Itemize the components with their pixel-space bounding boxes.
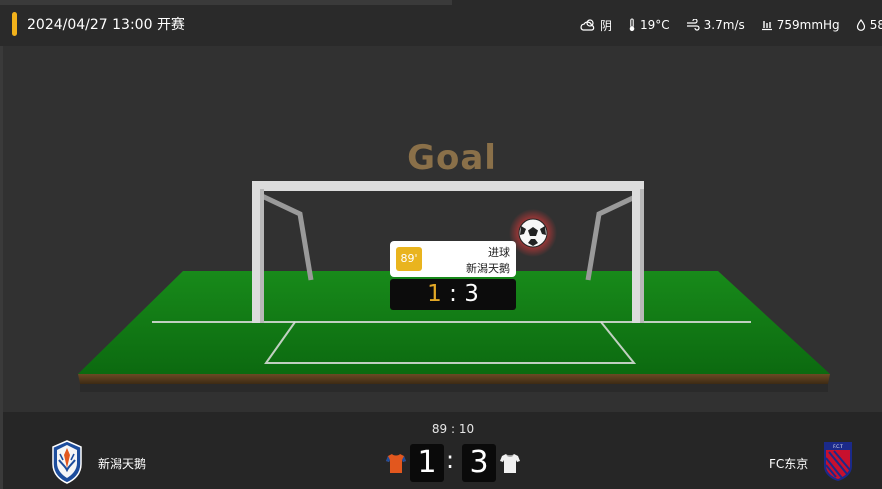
svg-text:F.C.T: F.C.T bbox=[833, 444, 843, 449]
away-team-name[interactable]: FC东京 bbox=[769, 455, 808, 472]
bar-edge bbox=[0, 412, 3, 489]
pitch-dirt-edge bbox=[78, 374, 830, 384]
thermometer-icon bbox=[629, 18, 635, 32]
wind-text: 3.7m/s bbox=[703, 18, 745, 32]
away-kit-icon bbox=[500, 454, 520, 473]
weather-wind: 3.7m/s bbox=[686, 18, 745, 32]
soccer-ball-icon bbox=[518, 218, 548, 248]
home-score: 1 bbox=[410, 444, 444, 482]
event-score-separator: : bbox=[449, 281, 457, 307]
temperature-text: 19°C bbox=[640, 18, 670, 32]
goal-post-left-shade bbox=[260, 189, 264, 323]
pressure-icon bbox=[761, 21, 772, 31]
scoreboard-bar: 89 : 10 新潟天鹅 1 : 3 FC东京 F.C.T bbox=[0, 412, 882, 489]
event-label: Goal bbox=[407, 138, 497, 178]
weather-condition: 阴 bbox=[580, 17, 612, 34]
match-clock: 89 : 10 bbox=[431, 422, 475, 436]
goal-post-right-shade bbox=[640, 189, 644, 323]
cloudy-icon bbox=[580, 19, 595, 31]
humidity-text: 58% bbox=[869, 18, 882, 32]
pitch-shadow bbox=[80, 384, 828, 392]
weather-pressure: 759mmHg bbox=[761, 18, 840, 32]
event-type: 进球 bbox=[488, 246, 510, 259]
goal-crossbar bbox=[252, 181, 644, 191]
event-card: 89' 进球 新潟天鹅 bbox=[390, 241, 516, 277]
event-scoreboard: 1 : 3 bbox=[390, 279, 516, 310]
event-minute-badge: 89' bbox=[396, 247, 422, 271]
goal-back-support-right bbox=[585, 193, 639, 281]
weather-humidity: 58% bbox=[856, 18, 882, 32]
match-animation-stage: Goal 89' 进球 新潟天鹅 1 : 3 bbox=[0, 46, 882, 412]
event-home-score: 1 bbox=[427, 281, 442, 307]
home-team-logo-icon[interactable] bbox=[50, 440, 84, 484]
weather-condition-text: 阴 bbox=[600, 18, 613, 33]
wind-icon bbox=[686, 19, 700, 31]
header-divider bbox=[0, 0, 452, 5]
droplet-icon bbox=[856, 19, 865, 31]
score-separator: : bbox=[446, 446, 455, 474]
pitch-graphic bbox=[78, 181, 830, 392]
event-team: 新潟天鹅 bbox=[466, 262, 510, 275]
away-score: 3 bbox=[462, 444, 496, 482]
event-away-score: 3 bbox=[464, 281, 479, 307]
away-team-logo-icon[interactable]: F.C.T bbox=[822, 440, 854, 482]
home-team-name[interactable]: 新潟天鹅 bbox=[98, 455, 146, 472]
home-kit-icon bbox=[386, 454, 406, 473]
header-accent-bar bbox=[12, 12, 17, 36]
match-header: 2024/04/27 13:00 开赛 阴 19°C 3.7m/s 759mmH… bbox=[0, 0, 882, 46]
weather-temperature: 19°C bbox=[628, 18, 670, 32]
pressure-text: 759mmHg bbox=[776, 18, 840, 32]
weather-panel: 阴 19°C 3.7m/s 759mmHg 58 bbox=[580, 16, 882, 34]
goal-back-support-left bbox=[260, 193, 314, 281]
kickoff-title: 2024/04/27 13:00 开赛 bbox=[27, 17, 185, 33]
